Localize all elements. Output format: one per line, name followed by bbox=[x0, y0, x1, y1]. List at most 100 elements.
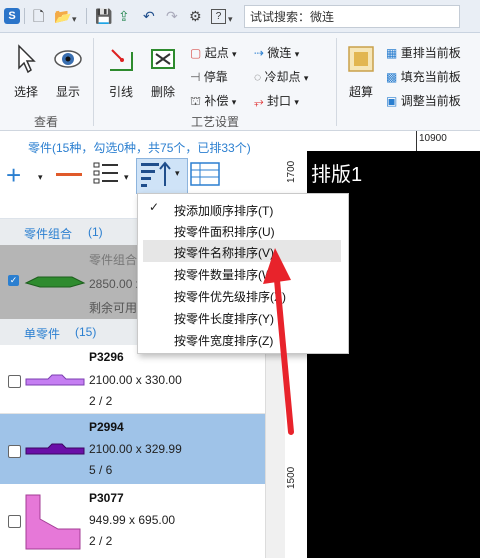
parts-summary: 零件(15种，勾选0种，共75个，已排33个) bbox=[28, 141, 251, 155]
single-section-count: (15) bbox=[75, 325, 97, 339]
microlink-icon: ⇢ bbox=[254, 46, 265, 60]
fill-label: 填充当前板 bbox=[400, 70, 461, 84]
redo-icon[interactable]: ↷ bbox=[166, 9, 178, 23]
seal-icon: ⥅ bbox=[254, 94, 264, 108]
add-part-icon[interactable]: + bbox=[6, 162, 21, 188]
super-calc-icon bbox=[348, 46, 374, 72]
chevron-down-icon[interactable]: ▾ bbox=[124, 172, 129, 183]
adjust-label: 调整当前板 bbox=[400, 94, 461, 108]
part-dimensions: 2100.00 x 329.99 bbox=[89, 442, 182, 456]
microlink-label: 微连 bbox=[267, 46, 292, 60]
compensate-button[interactable]: ⛫ 补偿 ▾ bbox=[190, 92, 236, 110]
fill-icon: ▩ bbox=[386, 70, 398, 84]
part-name: P3296 bbox=[89, 350, 124, 364]
toolbar-divider bbox=[24, 8, 25, 24]
ruler-left-label: 1700 bbox=[286, 160, 297, 183]
combo-item-remain: 剩余可用 bbox=[89, 301, 138, 315]
part-name: P2994 bbox=[89, 420, 124, 434]
part-count: 5 / 6 bbox=[89, 463, 113, 477]
ribbon-divider bbox=[93, 38, 94, 126]
save-icon[interactable]: 💾 bbox=[95, 9, 112, 23]
adjust-button[interactable]: ▣ 调整当前板 bbox=[386, 92, 461, 109]
chevron-down-icon: ▾ bbox=[294, 49, 300, 59]
open-folder-icon[interactable]: 📂 bbox=[54, 9, 71, 23]
super-calc-button[interactable]: 超算 bbox=[342, 44, 380, 100]
single-section-title: 单零件 bbox=[24, 327, 61, 341]
coolpoint-label: 冷却点 bbox=[264, 70, 301, 84]
chevron-down-icon[interactable]: ▾ bbox=[72, 12, 77, 26]
stop-label: 停靠 bbox=[203, 70, 228, 84]
list-view-icon[interactable] bbox=[92, 160, 120, 188]
stop-icon: ⊣ bbox=[190, 70, 201, 84]
display-label: 显示 bbox=[55, 85, 80, 99]
compensate-label: 补偿 bbox=[204, 94, 229, 108]
undo-icon[interactable]: ↶ bbox=[143, 9, 155, 23]
leadline-label: 引线 bbox=[108, 85, 133, 99]
cursor-arrow-icon bbox=[18, 44, 36, 74]
stop-button[interactable]: ⊣ 停靠 bbox=[190, 68, 228, 85]
checkbox-checked-icon[interactable]: ✓ bbox=[8, 275, 19, 286]
combo-section-title: 零件组合 bbox=[24, 227, 73, 241]
seal-button[interactable]: ⥅ 封口 ▾ bbox=[254, 92, 299, 109]
part-count: 2 / 2 bbox=[89, 534, 113, 548]
ruler-top: 10900 bbox=[285, 131, 480, 152]
eye-icon bbox=[54, 50, 82, 68]
part-row[interactable]: P3077 949.99 x 695.00 2 / 2 bbox=[0, 485, 265, 559]
part-thumbnail bbox=[25, 374, 85, 386]
menu-item-sort-by-added[interactable]: 按添加顺序排序(T) bbox=[174, 202, 273, 219]
chevron-down-icon[interactable]: ▾ bbox=[228, 12, 233, 26]
coolpoint-button[interactable]: ◌ 冷却点 ▾ bbox=[254, 68, 308, 85]
delete-leadline-icon bbox=[151, 49, 175, 69]
part-dimensions: 2100.00 x 330.00 bbox=[89, 373, 182, 387]
part-checkbox[interactable] bbox=[8, 445, 21, 458]
relayout-icon: ▦ bbox=[386, 46, 398, 60]
display-button[interactable]: 显示 bbox=[50, 44, 86, 100]
start-point-icon: ▢ bbox=[190, 46, 202, 60]
app-logo-icon[interactable]: S bbox=[4, 8, 20, 24]
delete-button[interactable]: 删除 bbox=[144, 44, 182, 100]
part-name: P3077 bbox=[89, 491, 124, 505]
settings-gear-icon[interactable]: ⚙ bbox=[189, 9, 202, 23]
chevron-down-icon: ▾ bbox=[303, 73, 309, 83]
part-count: 2 / 2 bbox=[89, 394, 113, 408]
ruler-left-label: 1500 bbox=[286, 466, 297, 489]
save-as-icon[interactable]: ⇪ bbox=[118, 9, 130, 23]
fill-button[interactable]: ▩ 填充当前板 bbox=[386, 68, 461, 85]
remove-part-icon[interactable] bbox=[56, 173, 82, 176]
new-file-icon[interactable]: 🗋 bbox=[33, 9, 44, 23]
adjust-icon: ▣ bbox=[386, 94, 398, 108]
chevron-down-icon: ▾ bbox=[232, 49, 237, 59]
help-icon[interactable]: ? bbox=[211, 9, 226, 24]
relayout-label: 重排当前板 bbox=[400, 46, 461, 60]
select-label: 选择 bbox=[13, 85, 38, 99]
part-checkbox[interactable] bbox=[8, 515, 21, 528]
part-checkbox[interactable] bbox=[8, 375, 21, 388]
start-point-button[interactable]: ▢ 起点 ▾ bbox=[190, 44, 237, 61]
table-view-icon[interactable] bbox=[190, 162, 220, 186]
part-row-selected[interactable]: P2994 2100.00 x 329.99 5 / 6 bbox=[0, 414, 265, 484]
view-group-label: 查看 bbox=[33, 115, 58, 129]
combo-part-thumbnail bbox=[24, 276, 86, 288]
super-calc-label: 超算 bbox=[348, 85, 373, 99]
combo-item-name: 零件组合 bbox=[89, 253, 138, 267]
coolpoint-icon: ◌ bbox=[254, 70, 262, 84]
check-icon: ✓ bbox=[149, 200, 160, 214]
microlink-button[interactable]: ⇢ 微连 ▾ bbox=[254, 44, 299, 61]
leadline-button[interactable]: 引线 bbox=[102, 44, 140, 100]
menu-item-sort-by-area[interactable]: 按零件面积排序(U) bbox=[174, 223, 275, 240]
start-point-label: 起点 bbox=[204, 46, 229, 60]
compensate-icon: ⛫ bbox=[190, 94, 202, 108]
search-placeholder: 试试搜索：微连 bbox=[250, 10, 335, 24]
part-dimensions: 949.99 x 695.00 bbox=[89, 513, 176, 527]
relayout-button[interactable]: ▦ 重排当前板 bbox=[386, 44, 461, 61]
chevron-down-icon[interactable]: ▾ bbox=[38, 172, 43, 183]
select-button[interactable]: 选择 bbox=[8, 44, 44, 100]
annotation-arrow-icon bbox=[263, 248, 294, 435]
part-thumbnail bbox=[25, 443, 85, 455]
chevron-down-icon[interactable]: ▾ bbox=[175, 168, 180, 179]
process-group-label: 工艺设置 bbox=[190, 115, 239, 129]
leadline-icon bbox=[110, 49, 133, 71]
part-row[interactable]: P3296 2100.00 x 330.00 2 / 2 bbox=[0, 345, 265, 414]
chevron-down-icon: ▾ bbox=[294, 97, 299, 107]
sheet-title: 排版1 bbox=[311, 164, 363, 186]
